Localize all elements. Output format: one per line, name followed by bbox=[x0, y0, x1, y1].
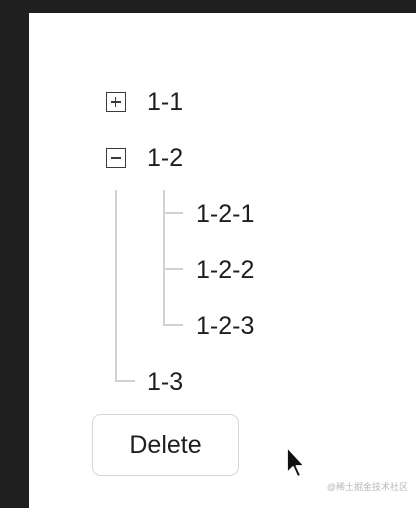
plus-square-icon[interactable] bbox=[106, 92, 126, 112]
minus-square-icon[interactable] bbox=[106, 148, 126, 168]
tree-guide-line bbox=[115, 190, 117, 381]
tree-node-label[interactable]: 1-2-2 bbox=[196, 255, 254, 285]
tree-guide-line bbox=[115, 380, 135, 382]
tree-node-label[interactable]: 1-2 bbox=[147, 143, 183, 173]
plus-vertical-bar bbox=[114, 96, 117, 107]
window-frame: 1-1 1-2 1-2-1 1-2-2 1-2-3 1-3 Delete @稀土… bbox=[0, 0, 416, 508]
tree-node-label[interactable]: 1-3 bbox=[147, 367, 183, 397]
mouse-pointer-icon bbox=[286, 446, 306, 478]
tree-node-label[interactable]: 1-1 bbox=[147, 87, 183, 117]
minus-horizontal-bar bbox=[110, 157, 121, 159]
delete-button[interactable]: Delete bbox=[92, 414, 239, 476]
tree-node-label[interactable]: 1-2-1 bbox=[196, 199, 254, 229]
tree-guide-line bbox=[163, 190, 165, 325]
tree-guide-line bbox=[163, 212, 183, 214]
tree-node-label[interactable]: 1-2-3 bbox=[196, 311, 254, 341]
tree-guide-line bbox=[163, 268, 183, 270]
tree-guide-line bbox=[163, 324, 183, 326]
watermark: @稀土掘金技术社区 bbox=[326, 482, 408, 492]
